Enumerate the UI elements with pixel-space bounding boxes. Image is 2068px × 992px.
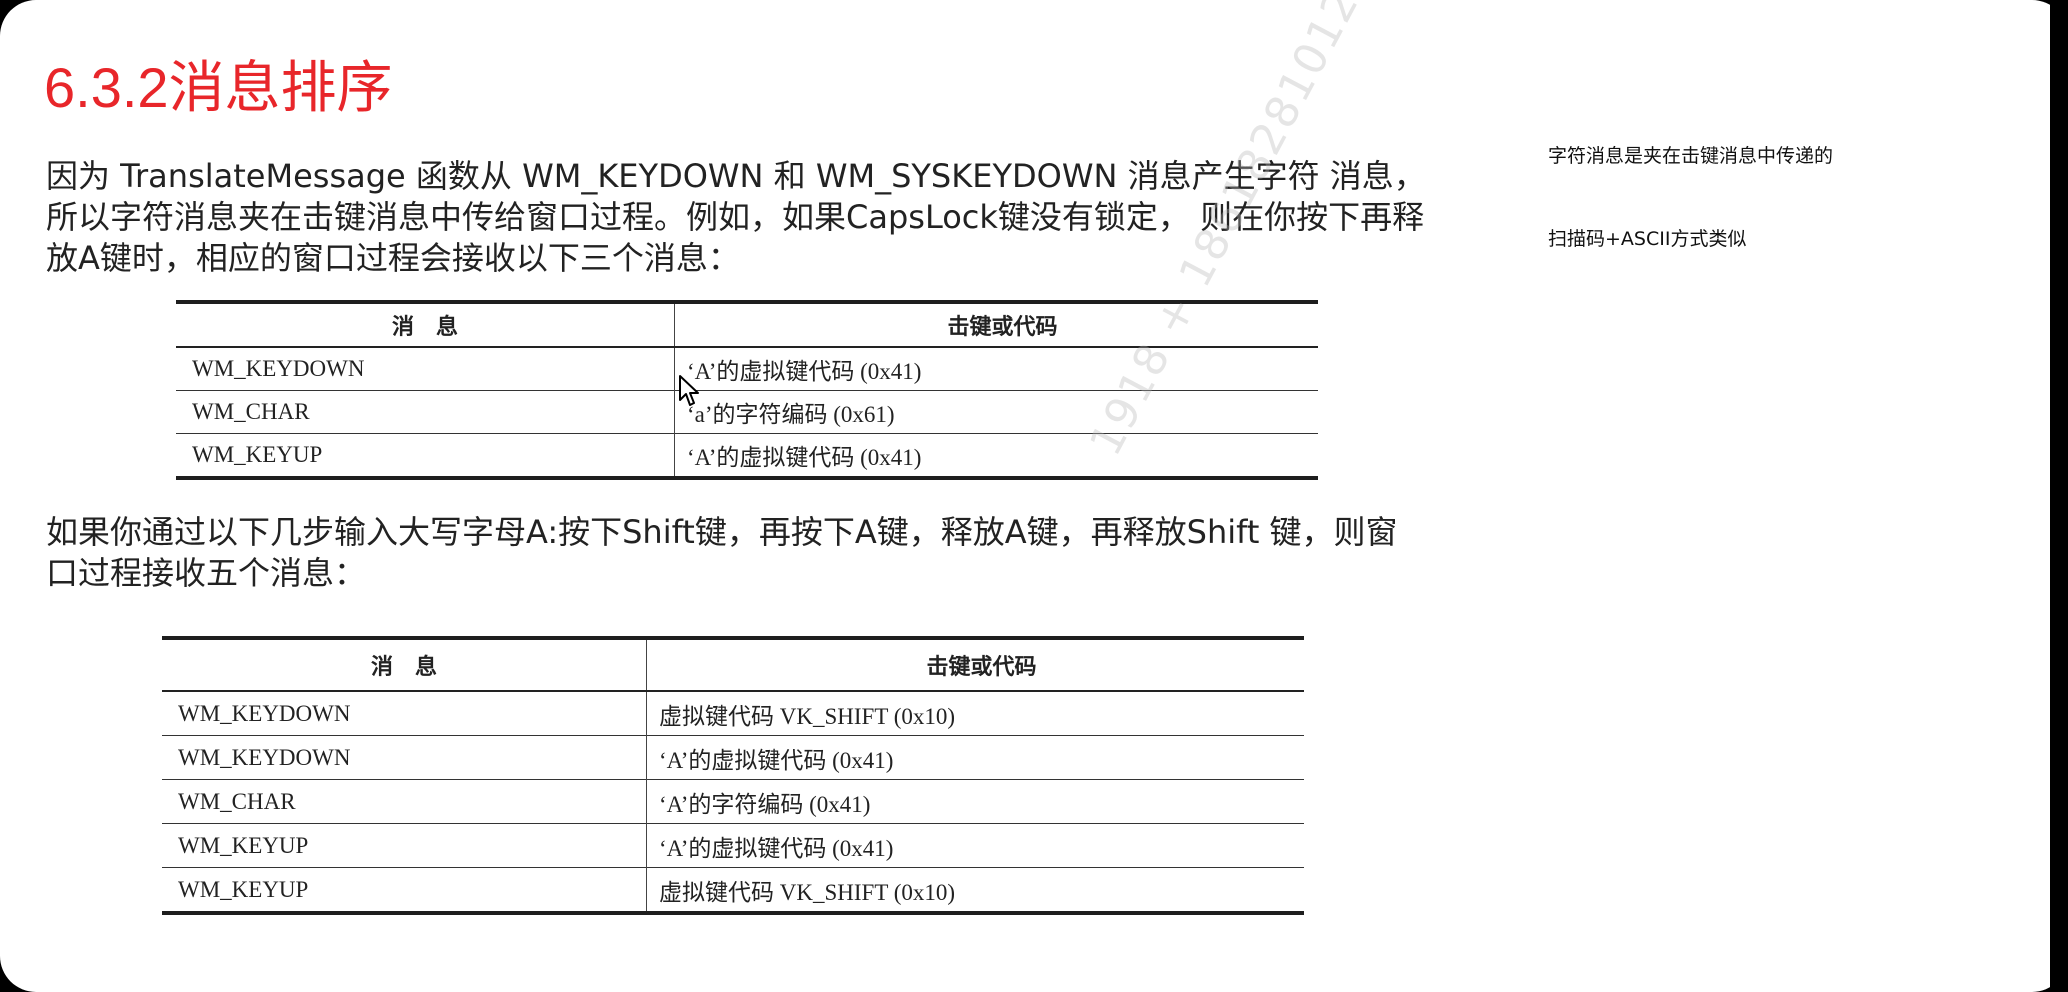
table-row: WM_KEYUP ‘A’的虚拟键代码 (0x41) [176, 433, 1318, 478]
code-cell: 虚拟键代码 VK_SHIFT (0x10) [646, 867, 1304, 913]
code-cell: ‘A’的虚拟键代码 (0x41) [646, 823, 1304, 868]
column-header-keystroke: 击键或代码 [646, 638, 1304, 692]
code-cell: ‘A’的虚拟键代码 (0x41) [674, 433, 1318, 478]
code-cell: ‘A’的虚拟键代码 (0x41) [687, 359, 922, 384]
message-cell: WM_KEYUP [162, 823, 647, 868]
mouse-cursor-icon [679, 375, 699, 406]
side-note-interleaved: 字符消息是夹在击键消息中传递的 [1548, 145, 1834, 167]
message-cell: WM_KEYUP [176, 433, 675, 478]
message-table-uppercase: 消 息 击键或代码 WM_KEYDOWN 虚拟键代码 VK_SHIFT (0x1… [162, 636, 1304, 915]
table-row: WM_KEYDOWN 虚拟键代码 VK_SHIFT (0x10) [162, 691, 1304, 736]
side-note-scancode: 扫描码+ASCII方式类似 [1548, 228, 1747, 250]
message-cell: WM_KEYDOWN [162, 735, 647, 780]
column-header-message: 消 息 [176, 302, 675, 348]
slide-page: 6.3.2消息排序 因为 TranslateMessage 函数从 WM_KEY… [0, 0, 2068, 992]
table-row: WM_CHAR ‘A’的字符编码 (0x41) [162, 779, 1304, 824]
table-header-row: 消 息 击键或代码 [162, 638, 1304, 692]
code-cell: ‘a’的字符编码 (0x61) [674, 390, 1318, 434]
message-cell: WM_KEYDOWN [162, 691, 647, 736]
column-header-keystroke: 击键或代码 [674, 302, 1318, 348]
table-row: WM_KEYUP ‘A’的虚拟键代码 (0x41) [162, 823, 1304, 868]
paragraph-uppercase: 如果你通过以下几步输入大写字母A:按下Shift键，再按下A键，释放A键，再释放… [46, 513, 1398, 592]
message-cell: WM_CHAR [176, 390, 675, 434]
code-cell: 虚拟键代码 VK_SHIFT (0x10) [659, 703, 956, 729]
window-edge [2050, 0, 2068, 992]
message-cell: WM_KEYUP [162, 867, 647, 913]
table-row: WM_KEYUP 虚拟键代码 VK_SHIFT (0x10) [162, 867, 1304, 913]
message-cell: WM_CHAR [162, 779, 647, 824]
code-cell: ‘A’的字符编码 (0x41) [646, 779, 1304, 824]
page-title: 6.3.2消息排序 [44, 56, 393, 119]
message-cell: WM_KEYDOWN [176, 347, 675, 391]
table-row: WM_KEYDOWN ‘A’的虚拟键代码 (0x41) [162, 735, 1304, 780]
column-header-message: 消 息 [162, 638, 647, 692]
code-cell: ‘A’的虚拟键代码 (0x41) [646, 735, 1304, 780]
